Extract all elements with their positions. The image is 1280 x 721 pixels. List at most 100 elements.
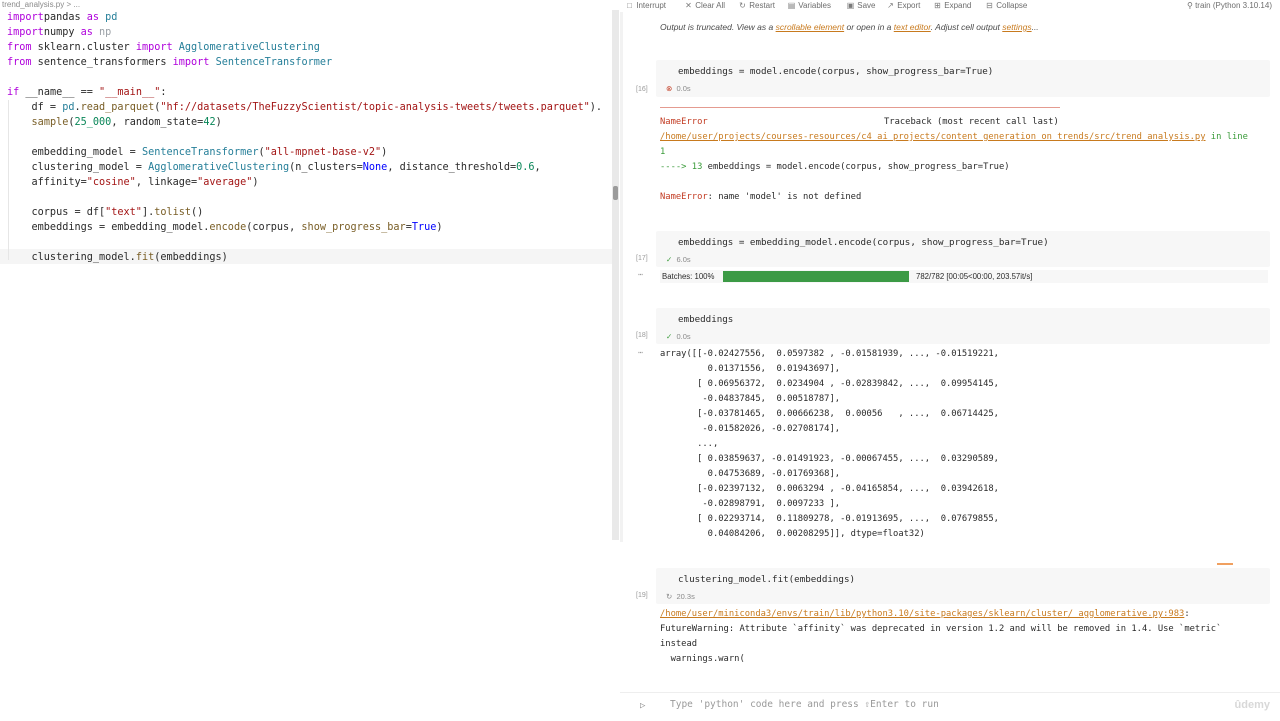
code-token: pd xyxy=(62,102,75,113)
code-line[interactable]: embedding_model = SentenceTransformer("a… xyxy=(7,145,388,160)
code-line[interactable]: from sklearn.cluster import Agglomerativ… xyxy=(7,40,320,55)
array-output-line: [ 0.06956372, 0.0234904 , -0.02839842, .… xyxy=(660,379,999,389)
kernel-label: train (Python 3.10.14) xyxy=(1195,1,1272,10)
text-editor-link[interactable]: text editor xyxy=(894,22,931,32)
code-token: True xyxy=(411,222,437,233)
restart-label: Restart xyxy=(749,1,776,10)
cell-18-count: [18] xyxy=(636,332,648,339)
restart-button[interactable]: ↻ Restart xyxy=(738,1,775,10)
cell-16-time: 0.0s xyxy=(676,84,691,93)
code-line[interactable]: df = pd.read_parquet("hf://datasets/TheF… xyxy=(7,100,602,115)
code-token: read_parquet xyxy=(80,102,155,113)
interactive-window[interactable]: □ Interrupt ✕ Clear All ↻ Restart ▤ Vari… xyxy=(620,0,1280,721)
code-token: df = xyxy=(7,102,63,113)
code-token: sentence_transformers xyxy=(31,57,173,68)
code-token: import xyxy=(135,42,173,53)
output-menu-icon[interactable]: ⋯ xyxy=(638,270,643,279)
progress-label: Batches: 100% xyxy=(662,272,715,281)
expand-label: Expand xyxy=(944,1,972,10)
cell-16-source[interactable]: embeddings = model.encode(corpus, show_p… xyxy=(678,66,993,78)
code-input-placeholder[interactable]: Type 'python' code here and press ⇧Enter… xyxy=(670,699,939,710)
traceback-file-link[interactable]: /home/user/projects/courses-resources/c4… xyxy=(660,132,1206,142)
cell-19-input[interactable]: clustering_model.fit(embeddings) ↻ 20.3s xyxy=(656,568,1270,604)
code-line[interactable]: importpandas as pd xyxy=(7,10,117,25)
code-line[interactable]: affinity="cosine", linkage="average") xyxy=(7,175,259,190)
array-output-line: [ 0.02293714, 0.11809278, -0.01913695, .… xyxy=(660,514,999,524)
cell-19-source[interactable]: clustering_model.fit(embeddings) xyxy=(678,574,855,586)
code-token: tolist xyxy=(154,207,192,218)
cell-17-input[interactable]: embeddings = embedding_model.encode(corp… xyxy=(656,231,1270,267)
traceback-header: NameError Traceback (most recent call las… xyxy=(660,115,1059,130)
save-icon: ▣ xyxy=(846,1,855,10)
array-output-line: ..., xyxy=(660,439,719,449)
interrupt-label: Interrupt xyxy=(636,1,667,10)
code-token: __name__ == xyxy=(19,87,100,98)
array-output-line: [-0.03781465, 0.00666238, 0.00056 , ...,… xyxy=(660,409,999,419)
code-token: embeddings = embedding_model. xyxy=(7,222,210,233)
warning-file-link[interactable]: /home/user/miniconda3/envs/train/lib/pyt… xyxy=(660,609,1184,619)
trunc-suffix: ... xyxy=(1031,22,1039,32)
code-line[interactable]: corpus = df["text"].tolist() xyxy=(7,205,204,220)
code-line[interactable]: clustering_model.fit(embeddings) xyxy=(7,250,228,265)
error-type: NameError xyxy=(660,117,708,127)
cell-17-source[interactable]: embeddings = embedding_model.encode(corp… xyxy=(678,237,1049,249)
cell-18-time: 0.0s xyxy=(676,332,691,341)
error-icon: ⊗ xyxy=(666,84,673,93)
export-button[interactable]: ↗ Export xyxy=(886,1,920,10)
code-token: corpus = df[ xyxy=(7,207,106,218)
settings-link[interactable]: settings xyxy=(1002,22,1031,32)
run-icon[interactable]: ▷ xyxy=(640,701,645,711)
save-button[interactable]: ▣ Save xyxy=(846,1,876,10)
output-menu-icon[interactable]: ⋯ xyxy=(638,348,643,357)
variables-label: Variables xyxy=(798,1,831,10)
code-token: ) xyxy=(436,222,443,233)
code-line[interactable]: if __name__ == "__main__": xyxy=(7,85,167,100)
code-line[interactable]: from sentence_transformers import Senten… xyxy=(7,55,332,70)
editor-breadcrumb[interactable]: trend_analysis.py > ... xyxy=(2,0,80,9)
progress-output: Batches: 100% 782/782 [00:05<00:00, 203.… xyxy=(660,270,1268,283)
warning-location: /home/user/miniconda3/envs/train/lib/pyt… xyxy=(660,607,1190,622)
clear-all-button[interactable]: ✕ Clear All xyxy=(684,1,725,10)
code-line[interactable]: sample(25_000, random_state=42) xyxy=(7,115,222,130)
code-token: if xyxy=(7,87,20,98)
code-line[interactable]: clustering_model = AgglomerativeClusteri… xyxy=(7,160,541,175)
code-token: clustering_model. xyxy=(7,252,136,263)
code-token: AgglomerativeClustering xyxy=(148,162,290,173)
code-token: None xyxy=(362,162,388,173)
variables-button[interactable]: ▤ Variables xyxy=(787,1,831,10)
code-token: (corpus, xyxy=(246,222,302,233)
expand-button[interactable]: ⊞ Expand xyxy=(933,1,971,10)
array-output-line: [-0.02397132, 0.0063294 , -0.04165854, .… xyxy=(660,484,999,494)
code-editor[interactable]: trend_analysis.py > ... importpandas as … xyxy=(0,0,612,720)
code-line[interactable]: importnumpy as np xyxy=(7,25,111,40)
cell-18-source[interactable]: embeddings xyxy=(678,314,733,326)
scrollable-element-link[interactable]: scrollable element xyxy=(776,22,845,32)
cell-19-time: 20.3s xyxy=(676,592,695,601)
traceback-code: embeddings = model.encode(corpus, show_p… xyxy=(707,162,1010,172)
code-line[interactable]: embeddings = embedding_model.encode(corp… xyxy=(7,220,443,235)
traceback-line-number: 1 xyxy=(660,147,666,157)
code-token: ) xyxy=(215,117,222,128)
editor-scrollbar[interactable] xyxy=(612,10,619,540)
code-token: pandas xyxy=(43,12,87,23)
traceback-arrow: ----> 13 xyxy=(660,162,708,172)
cell-18-input[interactable]: embeddings ✓ 0.0s xyxy=(656,308,1270,344)
code-input-box[interactable]: ▷ Type 'python' code here and press ⇧Ent… xyxy=(620,692,1280,721)
traceback-in-line: in line xyxy=(1205,132,1248,142)
editor-scrollbar-thumb[interactable] xyxy=(613,186,618,200)
code-token: numpy xyxy=(43,27,81,38)
code-token: import xyxy=(172,57,210,68)
collapse-icon: ⊟ xyxy=(986,1,993,10)
collapse-button[interactable]: ⊟ Collapse xyxy=(985,1,1027,10)
code-token: from xyxy=(7,42,32,53)
cell-16-input[interactable]: embeddings = model.encode(corpus, show_p… xyxy=(656,60,1270,97)
code-token: 25_000 xyxy=(74,117,112,128)
interrupt-button[interactable]: □ Interrupt xyxy=(625,1,666,10)
code-token: as xyxy=(86,12,100,23)
kernel-picker[interactable]: ⚲ train (Python 3.10.14) xyxy=(1187,1,1272,10)
code-token: , distance_threshold= xyxy=(387,162,517,173)
warning-call: warnings.warn( xyxy=(660,654,745,664)
trunc-middle: or open in a xyxy=(844,22,894,32)
check-icon: ✓ xyxy=(666,255,673,264)
